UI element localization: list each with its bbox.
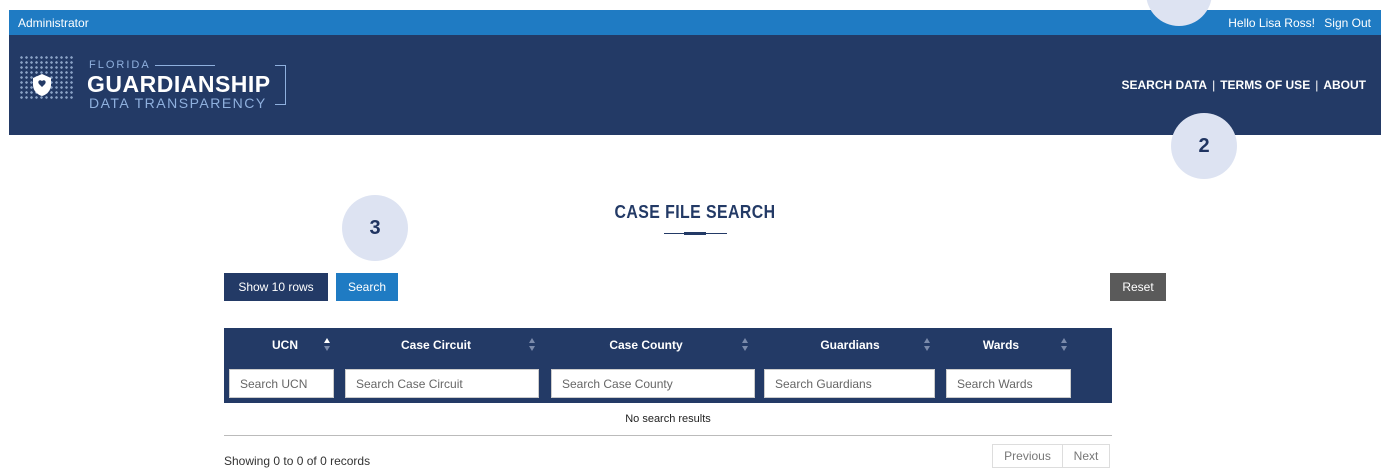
brand-line-3: DATA TRANSPARENCY: [89, 95, 267, 111]
page-title: CASE FILE SEARCH: [614, 202, 776, 222]
column-header-case-circuit[interactable]: Case Circuit: [346, 328, 526, 363]
site-logo[interactable]: FLORIDA GUARDIANSHIP DATA TRANSPARENCY: [19, 55, 289, 111]
column-label: Case County: [609, 338, 683, 352]
brand-line-2: GUARDIANSHIP: [87, 71, 271, 97]
nav-separator: |: [1315, 78, 1319, 92]
sort-icon[interactable]: [1061, 338, 1068, 352]
column-label: Wards: [982, 338, 1020, 352]
search-case-circuit-input[interactable]: [345, 369, 539, 398]
search-case-county-input[interactable]: [551, 369, 755, 398]
search-button[interactable]: Search: [336, 273, 398, 301]
sign-out-link[interactable]: Sign Out: [1324, 16, 1371, 30]
nav-terms-of-use[interactable]: TERMS OF USE: [1220, 78, 1310, 92]
nav-separator: |: [1212, 78, 1216, 92]
greeting-text: Hello Lisa Ross!: [1228, 16, 1315, 30]
column-label: UCN: [272, 338, 298, 352]
search-wards-input[interactable]: [946, 369, 1071, 398]
reset-button[interactable]: Reset: [1110, 273, 1166, 301]
brand-line-1: FLORIDA: [89, 59, 215, 71]
nav-search-data[interactable]: SEARCH DATA: [1122, 78, 1208, 92]
sort-icon[interactable]: [324, 338, 331, 352]
search-ucn-input[interactable]: [229, 369, 334, 398]
sort-icon[interactable]: [924, 338, 931, 352]
role-label: Administrator: [18, 16, 89, 30]
empty-results-message: No search results: [224, 403, 1112, 436]
column-label: Case Circuit: [400, 338, 472, 352]
column-filter-row: [224, 363, 1112, 403]
column-label: Guardians: [820, 338, 880, 352]
next-page-button[interactable]: Next: [1062, 444, 1110, 468]
column-header-case-county[interactable]: Case County: [546, 328, 746, 363]
logo-bracket: [275, 65, 286, 105]
sort-icon[interactable]: [742, 338, 749, 352]
step-badge-2: 2: [1171, 113, 1237, 179]
site-header: FLORIDA GUARDIANSHIP DATA TRANSPARENCY S…: [9, 35, 1381, 135]
search-guardians-input[interactable]: [764, 369, 935, 398]
results-table-header: UCN Case Circuit Case County Guardians W…: [224, 328, 1112, 363]
previous-page-button[interactable]: Previous: [992, 444, 1063, 468]
column-header-guardians[interactable]: Guardians: [760, 328, 940, 363]
shield-icon: [33, 74, 51, 96]
nav-about[interactable]: ABOUT: [1323, 78, 1366, 92]
show-rows-button[interactable]: Show 10 rows: [224, 273, 328, 301]
column-header-wards[interactable]: Wards: [936, 328, 1066, 363]
main-nav: SEARCH DATA | TERMS OF USE | ABOUT: [1122, 78, 1367, 92]
sort-icon[interactable]: [529, 338, 536, 352]
title-divider-accent: [684, 232, 706, 235]
user-menu: Hello Lisa Ross! Sign Out: [1222, 16, 1371, 30]
